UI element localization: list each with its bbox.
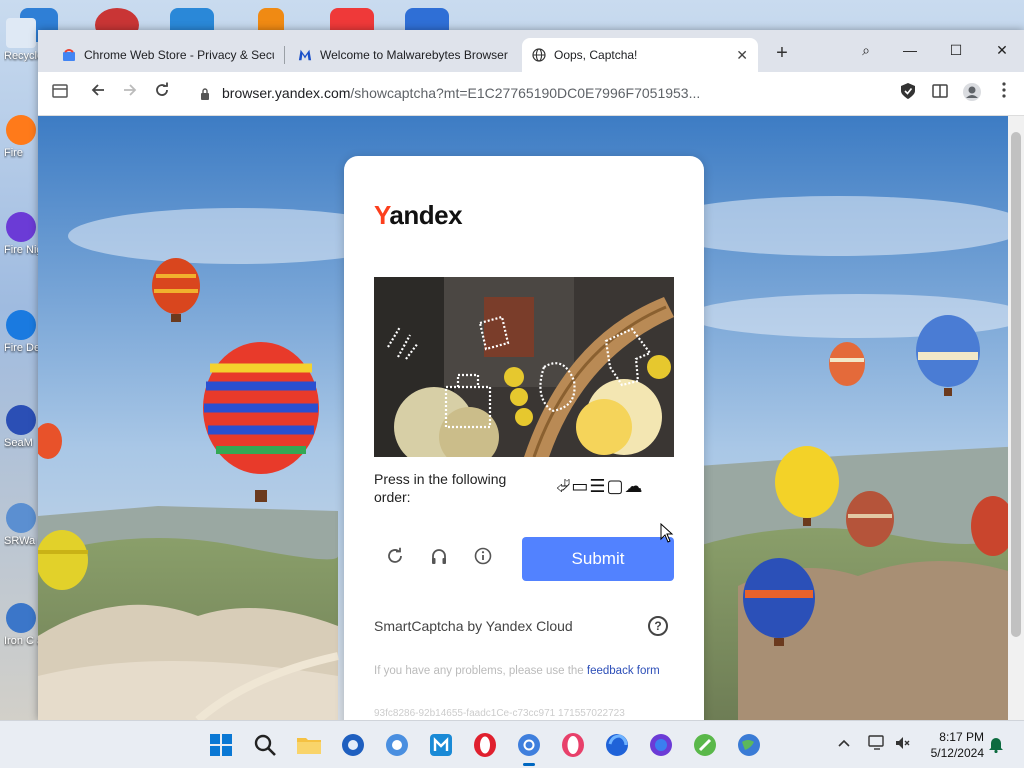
menu-dots-icon[interactable] bbox=[992, 82, 1016, 106]
taskbar: 8:17 PM 5/12/2024 bbox=[0, 720, 1024, 768]
search-icon[interactable] bbox=[250, 730, 280, 760]
display-network-icon[interactable] bbox=[868, 735, 886, 754]
browser-window: Chrome Web Store - Privacy & Secu Welcom… bbox=[38, 30, 1024, 720]
desktop-icons-column: Recycle Fire Fire Nig Fire Deve SeaM SRW… bbox=[0, 0, 44, 720]
globe-app-icon[interactable] bbox=[734, 730, 764, 760]
scrollbar-thumb[interactable] bbox=[1011, 132, 1021, 637]
chromium-icon[interactable] bbox=[382, 730, 412, 760]
tab-malwarebytes[interactable]: Welcome to Malwarebytes Browser bbox=[288, 38, 520, 72]
page-scrollbar[interactable] bbox=[1008, 116, 1024, 720]
globe-icon bbox=[532, 48, 546, 62]
lock-icon[interactable] bbox=[200, 87, 212, 100]
captcha-prompt: Press in the following order: bbox=[374, 471, 507, 505]
page-viewport: Yandex Press in the following order: ⮰▭☰… bbox=[38, 116, 1024, 720]
tab-title: Oops, Captcha! bbox=[554, 48, 638, 62]
opera-icon[interactable] bbox=[470, 730, 500, 760]
chevron-up-icon[interactable] bbox=[838, 735, 850, 751]
firefox-dev-icon bbox=[6, 310, 36, 340]
split-view-icon[interactable] bbox=[928, 82, 952, 106]
seamonkey-icon bbox=[6, 405, 36, 435]
malwarebytes-icon bbox=[298, 48, 312, 62]
opera-gx-icon[interactable] bbox=[558, 730, 588, 760]
firefox-icon bbox=[6, 115, 36, 145]
forward-arrow-icon[interactable] bbox=[118, 82, 142, 106]
shield-extension-icon[interactable] bbox=[896, 82, 920, 106]
recycle-bin-icon bbox=[6, 18, 36, 48]
captcha-picture bbox=[374, 277, 674, 457]
back-arrow-icon[interactable] bbox=[86, 82, 110, 106]
request-id: 93fc8286-92b14655-faadc1Ce-c73cc971 1715… bbox=[374, 708, 625, 719]
maximize-button[interactable]: ☐ bbox=[936, 36, 976, 64]
url-host: browser.yandex.com bbox=[222, 85, 351, 101]
close-window-button[interactable]: ✕ bbox=[982, 36, 1022, 64]
clock-date: 5/12/2024 bbox=[930, 746, 984, 760]
chrome-active-icon[interactable] bbox=[514, 730, 544, 766]
tab-strip: Chrome Web Store - Privacy & Secu Welcom… bbox=[38, 30, 1024, 72]
captcha-image[interactable] bbox=[374, 277, 674, 457]
tab-chrome-web-store[interactable]: Chrome Web Store - Privacy & Secu bbox=[52, 38, 284, 72]
firefox-taskbar-icon[interactable] bbox=[602, 730, 632, 760]
balloon bbox=[829, 342, 865, 386]
audio-captcha-icon[interactable] bbox=[426, 546, 452, 572]
firefox-nightly-taskbar-icon[interactable] bbox=[646, 730, 676, 760]
tab-separator bbox=[284, 46, 285, 64]
minimize-button[interactable]: — bbox=[890, 36, 930, 64]
info-icon[interactable] bbox=[470, 546, 496, 572]
srware-iron-icon bbox=[6, 503, 36, 533]
search-tabs-icon[interactable]: ⌕ bbox=[846, 36, 886, 64]
balloon bbox=[38, 530, 88, 590]
order-sequence-icons: ⮰▭☰▢☁ bbox=[556, 476, 644, 496]
volume-muted-icon[interactable] bbox=[894, 735, 910, 754]
notification-bell-icon[interactable] bbox=[988, 735, 1004, 756]
taskbar-clock[interactable]: 8:17 PM 5/12/2024 bbox=[918, 729, 984, 761]
browser-toolbar: browser.yandex.com/showcaptcha?mt=E1C277… bbox=[38, 72, 1024, 116]
yandex-logo-rest: andex bbox=[389, 200, 463, 230]
file-explorer-icon[interactable] bbox=[294, 730, 324, 760]
captcha-card: Yandex Press in the following order: ⮰▭☰… bbox=[344, 156, 704, 720]
yandex-logo: Yandex bbox=[374, 200, 463, 231]
feedback-form-link[interactable]: feedback form bbox=[587, 665, 660, 677]
tab-title: Welcome to Malwarebytes Browser bbox=[320, 48, 508, 62]
profile-avatar-icon[interactable] bbox=[960, 82, 984, 106]
tab-title: Chrome Web Store - Privacy & Secu bbox=[84, 48, 274, 62]
chrome-web-store-icon bbox=[62, 48, 76, 62]
problems-text: If you have any problems, please use the bbox=[374, 665, 587, 677]
help-icon[interactable]: ? bbox=[648, 616, 668, 636]
submit-button[interactable]: Submit bbox=[522, 537, 674, 581]
url-path: /showcaptcha?mt=E1C27765190DC0E7996F7051… bbox=[350, 85, 701, 101]
tab-captcha[interactable]: Oops, Captcha! ✕ bbox=[522, 38, 758, 72]
app-green-icon[interactable] bbox=[690, 730, 720, 760]
smartcaptcha-label: SmartCaptcha by Yandex Cloud bbox=[374, 618, 573, 634]
refresh-captcha-icon[interactable] bbox=[382, 546, 408, 572]
problems-notice: If you have any problems, please use the… bbox=[374, 663, 674, 679]
mouse-cursor-icon bbox=[660, 522, 674, 548]
close-tab-icon[interactable]: ✕ bbox=[728, 47, 748, 64]
yandex-logo-y: Y bbox=[374, 200, 390, 230]
reload-icon[interactable] bbox=[150, 82, 174, 106]
sidebar-toggle-icon[interactable] bbox=[48, 82, 72, 106]
address-bar[interactable]: browser.yandex.com/showcaptcha?mt=E1C277… bbox=[222, 85, 700, 101]
new-tab-button[interactable]: + bbox=[770, 42, 794, 66]
browser-app-icon[interactable] bbox=[338, 730, 368, 760]
iron-icon bbox=[6, 603, 36, 633]
firefox-nightly-icon bbox=[6, 212, 36, 242]
start-windows-icon[interactable] bbox=[206, 730, 236, 760]
maxthon-icon[interactable] bbox=[426, 730, 456, 760]
balloon bbox=[846, 491, 894, 547]
clock-time: 8:17 PM bbox=[939, 730, 984, 744]
